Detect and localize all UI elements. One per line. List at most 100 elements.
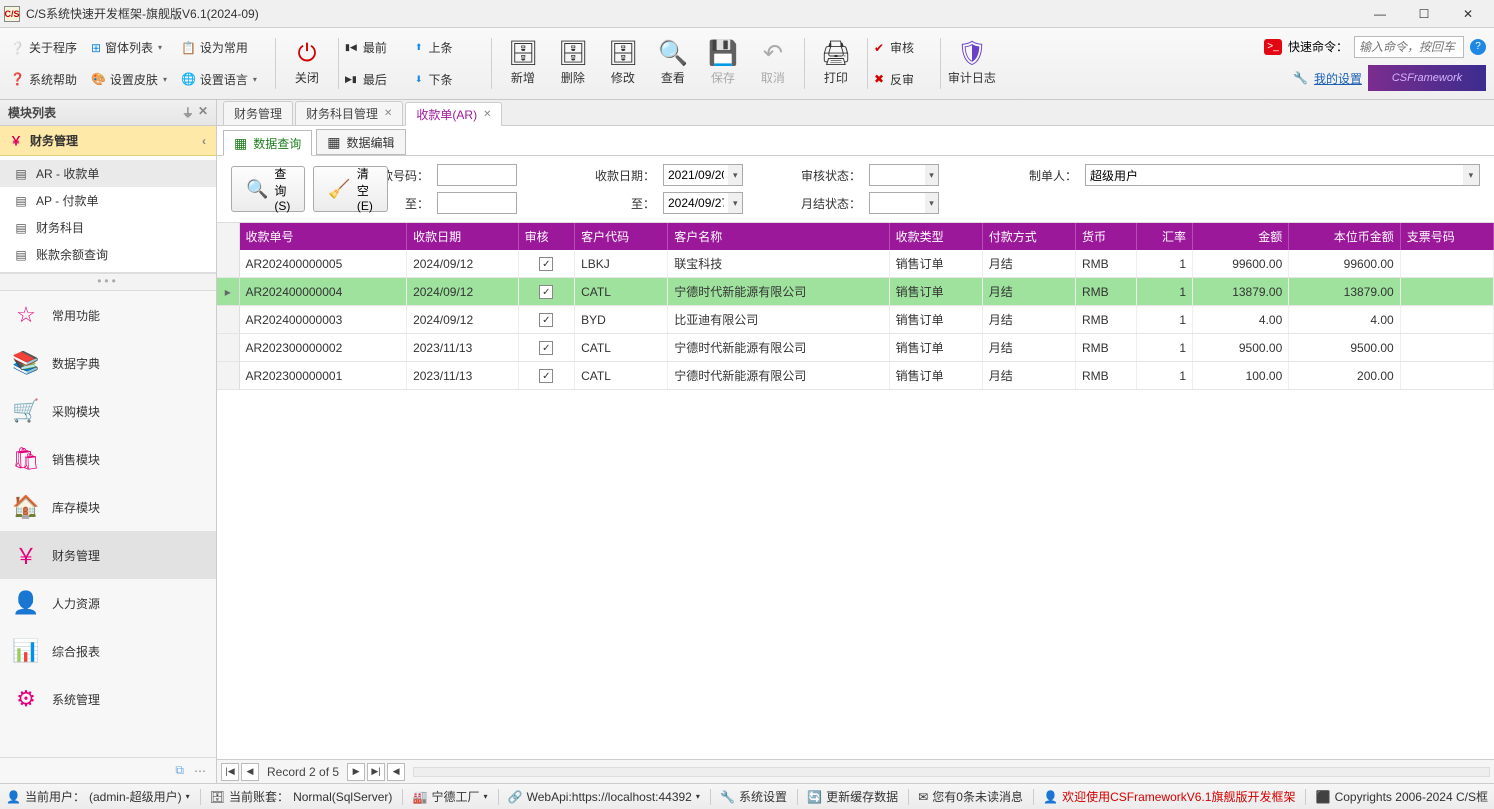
sidebar-grip[interactable]: ••• — [0, 273, 216, 291]
table-row[interactable]: AR2024000000052024/09/12✓LBKJ联宝科技销售订单月结R… — [217, 250, 1494, 278]
close-button[interactable]: ⏻关闭 — [282, 32, 332, 95]
col-header[interactable]: 汇率 — [1136, 223, 1193, 250]
sub-tab[interactable]: ▦数据查询 — [223, 130, 312, 156]
delete-button[interactable]: 🗄删除 — [548, 32, 598, 95]
date-to-picker[interactable]: ▾ — [728, 192, 743, 214]
col-header[interactable]: 客户代码 — [575, 223, 668, 250]
my-settings-link[interactable]: 我的设置 — [1314, 70, 1362, 87]
status-sys-settings[interactable]: 🔧系统设置 — [720, 788, 787, 805]
table-row[interactable]: AR2024000000032024/09/12✓BYD比亚迪有限公司销售订单月… — [217, 306, 1494, 334]
col-header[interactable]: 收款日期 — [407, 223, 519, 250]
tree-item[interactable]: ▤账款余额查询 — [0, 241, 216, 268]
maximize-button[interactable]: ☐ — [1402, 0, 1446, 28]
module-item[interactable]: 🛍销售模块 — [0, 435, 216, 483]
status-user[interactable]: 👤当前用户：(admin-超级用户)▾ — [6, 788, 190, 805]
date-to-input[interactable] — [663, 192, 728, 214]
close-window-button[interactable]: ✕ — [1446, 0, 1490, 28]
search-button[interactable]: 🔍查询(S) — [231, 166, 305, 212]
close-tab-icon[interactable]: ✕ — [384, 108, 392, 119]
audit-status-select[interactable] — [869, 164, 925, 186]
save-button[interactable]: 💾保存 — [698, 32, 748, 95]
col-header[interactable]: 金额 — [1193, 223, 1289, 250]
doc-tab[interactable]: 财务管理 — [223, 101, 293, 125]
date-from-picker[interactable]: ▾ — [728, 164, 743, 186]
copy-icon[interactable]: ⧉ — [175, 763, 184, 778]
print-button[interactable]: 🖨打印 — [811, 32, 861, 95]
close-tab-icon[interactable]: ✕ — [483, 109, 491, 120]
col-header[interactable]: 收款类型 — [889, 223, 982, 250]
set-skin-menu[interactable]: 🎨设置皮肤▾ — [89, 70, 169, 89]
col-header[interactable]: 客户名称 — [668, 223, 889, 250]
date-from-input[interactable] — [663, 164, 728, 186]
data-grid[interactable]: 收款单号收款日期审核客户代码客户名称收款类型付款方式货币汇率金额本位币金额支票号… — [217, 223, 1494, 390]
page-next[interactable]: ▶ — [347, 763, 365, 781]
view-button[interactable]: 🔍查看 — [648, 32, 698, 95]
col-header[interactable]: 付款方式 — [982, 223, 1075, 250]
page-refresh[interactable]: ◀ — [387, 763, 405, 781]
maker-select[interactable] — [1085, 164, 1463, 186]
audit-status-dd[interactable]: ▾ — [925, 164, 939, 186]
module-item[interactable]: ⚙系统管理 — [0, 675, 216, 723]
tree-item[interactable]: ▤AP - 付款单 — [0, 187, 216, 214]
sys-help-menu[interactable]: ❓系统帮助 — [8, 70, 79, 89]
set-lang-menu[interactable]: 🌐设置语言▾ — [179, 70, 259, 89]
table-row[interactable]: AR2023000000012023/11/13✓CATL宁德时代新能源有限公司… — [217, 362, 1494, 390]
nav-last[interactable]: ▶▮最后 — [345, 69, 415, 90]
approve-button[interactable]: ✔审核 — [874, 37, 934, 58]
help-icon[interactable]: ? — [1470, 39, 1486, 55]
col-header[interactable]: 货币 — [1075, 223, 1136, 250]
more-icon[interactable]: ⋯ — [194, 764, 206, 778]
doc-tab[interactable]: 财务科目管理✕ — [295, 101, 403, 125]
module-item[interactable]: 🛒采购模块 — [0, 387, 216, 435]
nav-prev[interactable]: ⬆上条 — [415, 37, 485, 58]
status-plant[interactable]: 🏭宁德工厂▾ — [413, 788, 488, 805]
doc-tab[interactable]: 收款单(AR)✕ — [405, 102, 502, 126]
module-label: 综合报表 — [52, 643, 100, 660]
status-account[interactable]: 🗄当前账套：Normal(SqlServer) — [210, 788, 393, 805]
table-row[interactable]: ▸AR2024000000042024/09/12✓CATL宁德时代新能源有限公… — [217, 278, 1494, 306]
scroll-track[interactable] — [413, 767, 1490, 777]
tree-item[interactable]: ▤财务科目 — [0, 214, 216, 241]
maker-dd[interactable]: ▾ — [1463, 164, 1480, 186]
reject-button[interactable]: ✖反审 — [874, 69, 934, 90]
tree-item[interactable]: ▤AR - 收款单 — [0, 160, 216, 187]
nav-next[interactable]: ⬇下条 — [415, 69, 485, 90]
module-item[interactable]: ☆常用功能 — [0, 291, 216, 339]
status-messages[interactable]: ✉您有0条未读消息 — [918, 788, 1023, 805]
quick-cmd-input[interactable] — [1354, 36, 1464, 58]
module-item[interactable]: 📊综合报表 — [0, 627, 216, 675]
close-panel-icon[interactable]: ✕ — [198, 104, 208, 121]
audit-log-button[interactable]: 🛡审计日志 — [947, 32, 997, 95]
about-menu[interactable]: ❔关于程序 — [8, 38, 79, 57]
page-first[interactable]: |◀ — [221, 763, 239, 781]
col-header[interactable]: 收款单号 — [239, 223, 407, 250]
receipt-no-to-input[interactable] — [437, 192, 517, 214]
col-header[interactable]: 审核 — [518, 223, 575, 250]
status-refresh-cache[interactable]: 🔄更新缓存数据 — [807, 788, 898, 805]
module-item[interactable]: 👤人力资源 — [0, 579, 216, 627]
set-common-menu[interactable]: 📋设为常用 — [179, 38, 259, 57]
receipt-no-input[interactable] — [437, 164, 517, 186]
minimize-button[interactable]: — — [1358, 0, 1402, 28]
col-header[interactable]: 支票号码 — [1400, 223, 1493, 250]
module-head[interactable]: ￥ 财务管理 ‹ — [0, 126, 216, 156]
page-prev[interactable]: ◀ — [241, 763, 259, 781]
module-item[interactable]: 📚数据字典 — [0, 339, 216, 387]
month-status-select[interactable] — [869, 192, 925, 214]
col-header[interactable]: 本位币金额 — [1289, 223, 1400, 250]
sub-tab[interactable]: ▦数据编辑 — [316, 129, 405, 155]
module-item[interactable]: ￥财务管理 — [0, 531, 216, 579]
status-webapi[interactable]: 🔗WebApi:https://localhost:44392▾ — [508, 790, 700, 804]
table-row[interactable]: AR2023000000022023/11/13✓CATL宁德时代新能源有限公司… — [217, 334, 1494, 362]
month-status-dd[interactable]: ▾ — [925, 192, 939, 214]
pin-icon[interactable]: ⏚ — [182, 104, 194, 121]
cancel-button[interactable]: ↶取消 — [748, 32, 798, 95]
module-item[interactable]: 🏠库存模块 — [0, 483, 216, 531]
page-last[interactable]: ▶| — [367, 763, 385, 781]
nav-first[interactable]: ▮◀最前 — [345, 37, 415, 58]
window-list-menu[interactable]: ⊞窗体列表▾ — [89, 38, 169, 57]
doc-icon: ▤ — [14, 167, 28, 181]
add-button[interactable]: 🗄新增 — [498, 32, 548, 95]
cell: 99600.00 — [1289, 250, 1400, 278]
edit-button[interactable]: 🗄修改 — [598, 32, 648, 95]
